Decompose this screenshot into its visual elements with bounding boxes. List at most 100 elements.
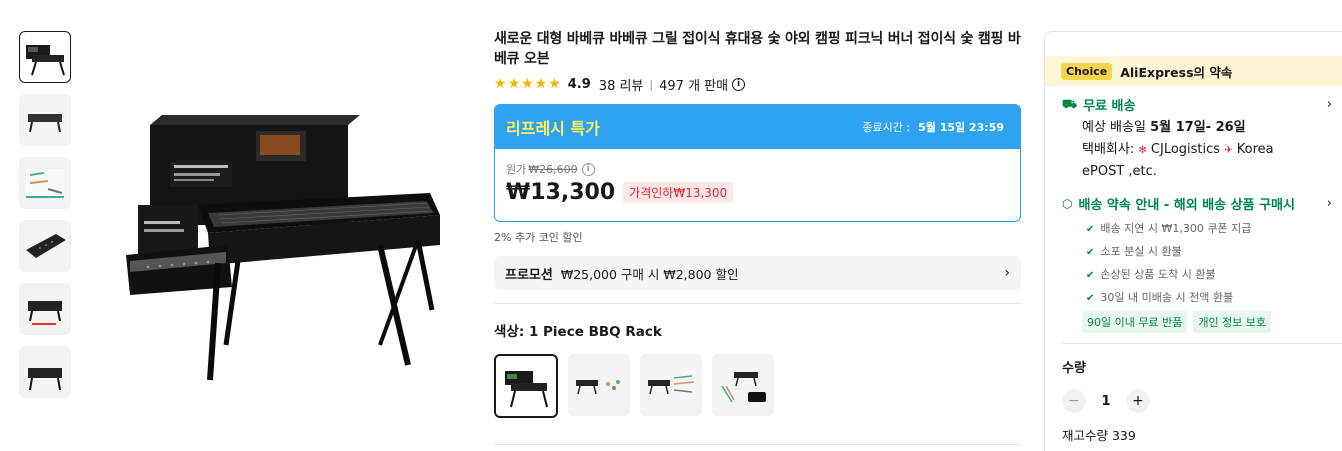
variant-grill-image xyxy=(576,380,620,395)
original-price-row: 원가 ₩26,600 i xyxy=(506,161,1009,177)
promise-item: ✔ 30일 내 미배송 시 전액 환불 xyxy=(1086,289,1336,305)
delivery-estimate-label: 예상 배송일 xyxy=(1082,120,1146,135)
thumbnail-2[interactable] xyxy=(19,94,71,146)
decrease-quantity-button[interactable]: − xyxy=(1062,389,1086,413)
increase-quantity-button[interactable]: + xyxy=(1126,389,1150,413)
divider xyxy=(1062,343,1342,344)
shipping-section: ⛟ 무료 배송 › 예상 배송일 5월 17일- 26일 택배회사: ✻ CJL… xyxy=(1045,95,1342,333)
price-row: ₩13,300 가격인하₩13,300 xyxy=(506,180,1009,205)
promise-item: ✔ 소포 분실 시 환불 xyxy=(1086,243,1336,259)
thumbnail-1[interactable] xyxy=(19,31,71,83)
product-title: 새로운 대형 바베큐 바베큐 그릴 접이식 휴대용 숯 야외 캠핑 피크닉 버너… xyxy=(494,31,1021,67)
truck-icon: ⛟ xyxy=(1062,96,1078,111)
check-icon: ✔ xyxy=(1086,270,1095,281)
variant-grill-image xyxy=(721,372,766,403)
main-product-image[interactable] xyxy=(118,95,448,390)
promotion-text: ₩25,000 구매 시 ₩2,800 할인 xyxy=(560,266,739,282)
thumbnail-list xyxy=(19,31,73,409)
cj-logo-icon: ✻ xyxy=(1138,145,1147,156)
carrier-label: 택배회사: xyxy=(1082,142,1135,157)
deal-end-value: 5월 15일 23:59 xyxy=(918,121,1004,134)
discount-badge: 가격인하₩13,300 xyxy=(623,182,734,203)
chevron-right-icon: › xyxy=(1326,196,1332,211)
korea-post-logo-icon: ✈ xyxy=(1224,145,1233,156)
rating-row: ★★★★★ 4.9 38 리뷰 | 497 개 판매 i xyxy=(494,75,1021,94)
promise-item-text: 30일 내 미배송 시 전액 환불 xyxy=(1100,291,1234,304)
grill-thumbnail-image xyxy=(28,301,62,325)
promise-tag-returns: 90일 이내 무료 반품 xyxy=(1082,311,1188,333)
promise-item: ✔ 배송 지연 시 ₩1,300 쿠폰 지급 xyxy=(1086,220,1336,236)
rating-value: 4.9 xyxy=(567,76,591,92)
check-icon: ✔ xyxy=(1086,224,1095,235)
deal-header: 리프레시 특가 종료시간 : 5월 15일 23:59 xyxy=(495,105,1020,149)
current-price: ₩13,300 xyxy=(506,180,616,205)
variant-list xyxy=(494,354,1021,418)
variant-grill-image xyxy=(648,375,695,395)
grill-thumbnail-image xyxy=(26,45,65,76)
variant-option-3[interactable] xyxy=(640,354,702,416)
promise-item-text: 손상된 상품 도착 시 환불 xyxy=(1100,268,1216,281)
carrier-name-1: CJLogistics xyxy=(1150,142,1221,157)
tray-thumbnail-image xyxy=(26,234,66,258)
variant-grill-image xyxy=(505,371,548,408)
promise-header[interactable]: ⬡ 배송 약속 안내 - 해외 배송 상품 구매시 › xyxy=(1062,194,1336,213)
grill-thumbnail-image xyxy=(28,114,62,133)
original-price-label: 원가 xyxy=(506,163,527,176)
shipping-title: 무료 배송 xyxy=(1083,99,1136,114)
deal-name: 리프레시 특가 xyxy=(506,119,600,138)
promise-tag-privacy: 개인 정보 보호 xyxy=(1193,311,1272,333)
bbq-grill-illustration xyxy=(126,115,440,381)
divider xyxy=(494,444,1021,445)
variant-option-4[interactable] xyxy=(712,354,774,416)
accessories-thumbnail-image xyxy=(26,169,64,198)
quantity-value[interactable]: 1 xyxy=(1086,394,1126,409)
deal-end-label: 종료시간 : xyxy=(862,121,911,134)
separator: | xyxy=(649,77,654,91)
choice-title: AliExpress의 약속 xyxy=(1120,64,1233,80)
promise-tags: 90일 이내 무료 반품 개인 정보 보호 xyxy=(1082,311,1336,333)
deal-box: 리프레시 특가 종료시간 : 5월 15일 23:59 원가 ₩26,600 i … xyxy=(494,104,1021,222)
chevron-right-icon: › xyxy=(1326,97,1332,112)
check-icon: ✔ xyxy=(1086,293,1095,304)
promise-title: 배송 약속 안내 - 해외 배송 상품 구매시 xyxy=(1078,198,1295,213)
original-price: ₩26,600 xyxy=(528,162,578,176)
promise-item: ✔ 손상된 상품 도착 시 환불 xyxy=(1086,266,1336,282)
chevron-right-icon: › xyxy=(1004,265,1010,281)
product-info: 새로운 대형 바베큐 바베큐 그릴 접이식 휴대용 숯 야외 캠핑 피크닉 버너… xyxy=(494,29,1021,445)
promise-item-text: 배송 지연 시 ₩1,300 쿠폰 지급 xyxy=(1100,222,1252,235)
coin-discount-text: 2% 추가 코인 할인 xyxy=(494,231,583,244)
thumbnail-4[interactable] xyxy=(19,220,71,272)
choice-banner: Choice AliExpress의 약속 xyxy=(1045,56,1342,86)
shipping-header[interactable]: ⛟ 무료 배송 › xyxy=(1062,95,1336,115)
grill-thumbnail-image xyxy=(28,368,62,391)
delivery-estimate: 예상 배송일 5월 17일- 26일 xyxy=(1082,119,1336,137)
price-info-icon[interactable]: i xyxy=(581,162,595,176)
review-count-link[interactable]: 38 리뷰 xyxy=(599,75,644,94)
thumbnail-5[interactable] xyxy=(19,283,71,335)
carrier-info: 택배회사: ✻ CJLogistics ✈ Korea ePOST ,etc. xyxy=(1082,139,1336,182)
deal-end-time: 종료시간 : 5월 15일 23:59 xyxy=(862,119,1004,135)
info-icon[interactable]: i xyxy=(732,77,746,91)
shield-icon: ⬡ xyxy=(1062,196,1073,211)
quantity-title: 수량 xyxy=(1062,361,1086,376)
thumbnail-6[interactable] xyxy=(19,346,71,398)
deal-body: 원가 ₩26,600 i ₩13,300 가격인하₩13,300 xyxy=(495,149,1020,221)
purchase-panel: Choice AliExpress의 약속 ⛟ 무료 배송 › 예상 배송일 5… xyxy=(1044,31,1342,451)
variant-option-2[interactable] xyxy=(568,354,630,416)
thumbnail-3[interactable] xyxy=(19,157,71,209)
quantity-section: 수량 − 1 + 재고수량 339 xyxy=(1045,357,1342,444)
star-rating-icons[interactable]: ★★★★★ xyxy=(494,76,562,92)
stock-count: 재고수량 339 xyxy=(1062,428,1136,443)
quantity-stepper: − 1 + xyxy=(1062,389,1336,413)
variant-option-1[interactable] xyxy=(494,354,558,418)
variant-label: 색상: 1 Piece BBQ Rack xyxy=(494,324,662,340)
promotion-tag: 프로모션 xyxy=(505,267,553,283)
delivery-estimate-dates: 5월 17일- 26일 xyxy=(1150,120,1246,135)
check-icon: ✔ xyxy=(1086,247,1095,258)
carrier-name-3: ePOST ,etc. xyxy=(1082,164,1157,179)
promise-item-text: 소포 분실 시 환불 xyxy=(1100,245,1182,258)
promotion-banner[interactable]: 프로모션 ₩25,000 구매 시 ₩2,800 할인 › xyxy=(494,256,1021,290)
choice-badge: Choice xyxy=(1061,62,1113,80)
divider xyxy=(494,303,1021,304)
carrier-name-2: Korea xyxy=(1236,142,1274,157)
